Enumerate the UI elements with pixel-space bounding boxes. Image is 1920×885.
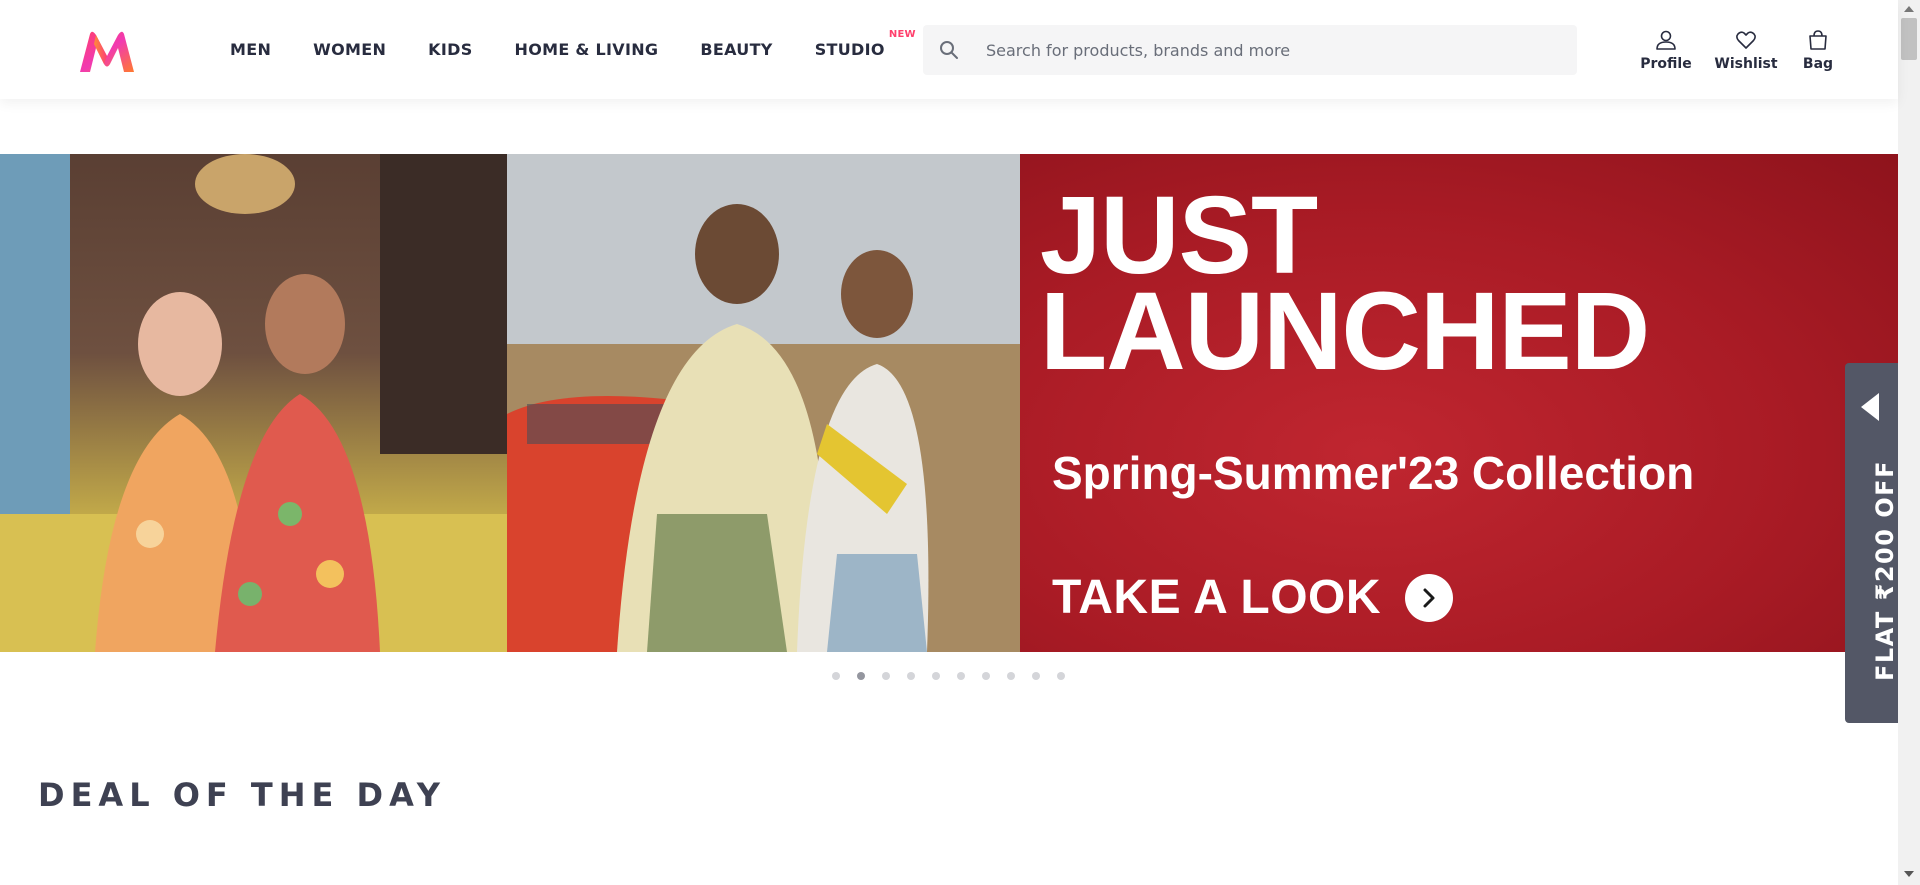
scroll-down-icon[interactable] [1904,871,1914,877]
page-scrollbar[interactable] [1898,0,1920,885]
nav-men[interactable]: MEN [230,40,271,59]
banner-photo-men [507,154,1020,652]
heart-icon [1736,31,1756,49]
main-nav: MEN WOMEN KIDS HOME & LIVING BEAUTY STUD… [230,0,927,99]
cta-label: TAKE A LOOK [1052,571,1382,624]
carousel-dot[interactable] [857,672,865,680]
banner-subheading: Spring-Summer'23 Collection [1052,447,1695,499]
carousel-dot[interactable] [832,672,840,680]
header-actions: Profile Wishlist Bag [1628,28,1843,78]
carousel-dot[interactable] [882,672,890,680]
nav-women[interactable]: WOMEN [313,40,386,59]
nav-home-living[interactable]: HOME & LIVING [515,40,659,59]
wishlist-button[interactable]: Wishlist [1709,28,1783,78]
scroll-up-icon[interactable] [1904,6,1914,12]
caret-left-icon[interactable] [1861,393,1879,421]
flat-offer-tab[interactable]: FLAT ₹200 OFF [1845,363,1899,723]
deal-of-the-day-heading: DEAL OF THE DAY [38,776,446,814]
banner-illustration-women [0,154,507,652]
bag-icon [1809,30,1827,50]
take-a-look-cta[interactable]: TAKE A LOOK [1052,570,1454,625]
offer-label: FLAT ₹200 OFF [1871,460,1899,681]
wishlist-label: Wishlist [1714,56,1778,72]
nav-studio[interactable]: STUDIO NEW [815,29,916,59]
search-bar [923,25,1577,75]
carousel-dot[interactable] [907,672,915,680]
carousel-dot[interactable] [1057,672,1065,680]
profile-icon [1656,30,1676,50]
profile-button[interactable]: Profile [1633,28,1699,78]
bag-button[interactable]: Bag [1793,28,1843,78]
scrollbar-thumb[interactable] [1901,18,1917,60]
hero-banner[interactable]: JUST LAUNCHED Spring-Summer'23 Collectio… [0,154,1898,652]
new-badge: NEW [888,29,916,40]
carousel-dot[interactable] [932,672,940,680]
site-header: MEN WOMEN KIDS HOME & LIVING BEAUTY STUD… [0,0,1898,99]
nav-beauty[interactable]: BEAUTY [700,40,772,59]
banner-illustration-men [507,154,1020,652]
carousel-dot[interactable] [1032,672,1040,680]
myntra-logo[interactable] [76,30,138,74]
search-icon[interactable] [939,40,959,60]
nav-kids[interactable]: KIDS [428,40,472,59]
carousel-dot[interactable] [957,672,965,680]
banner-photo-women [0,154,507,652]
bag-label: Bag [1802,56,1834,72]
search-input[interactable] [986,25,1566,75]
banner-promo[interactable]: JUST LAUNCHED Spring-Summer'23 Collectio… [1020,154,1898,652]
chevron-right-icon[interactable] [1405,573,1454,622]
banner-headline: JUST LAUNCHED [1040,174,1650,393]
carousel-dot[interactable] [1007,672,1015,680]
profile-label: Profile [1640,56,1692,72]
carousel-dots [832,672,1082,680]
carousel-dot[interactable] [982,672,990,680]
